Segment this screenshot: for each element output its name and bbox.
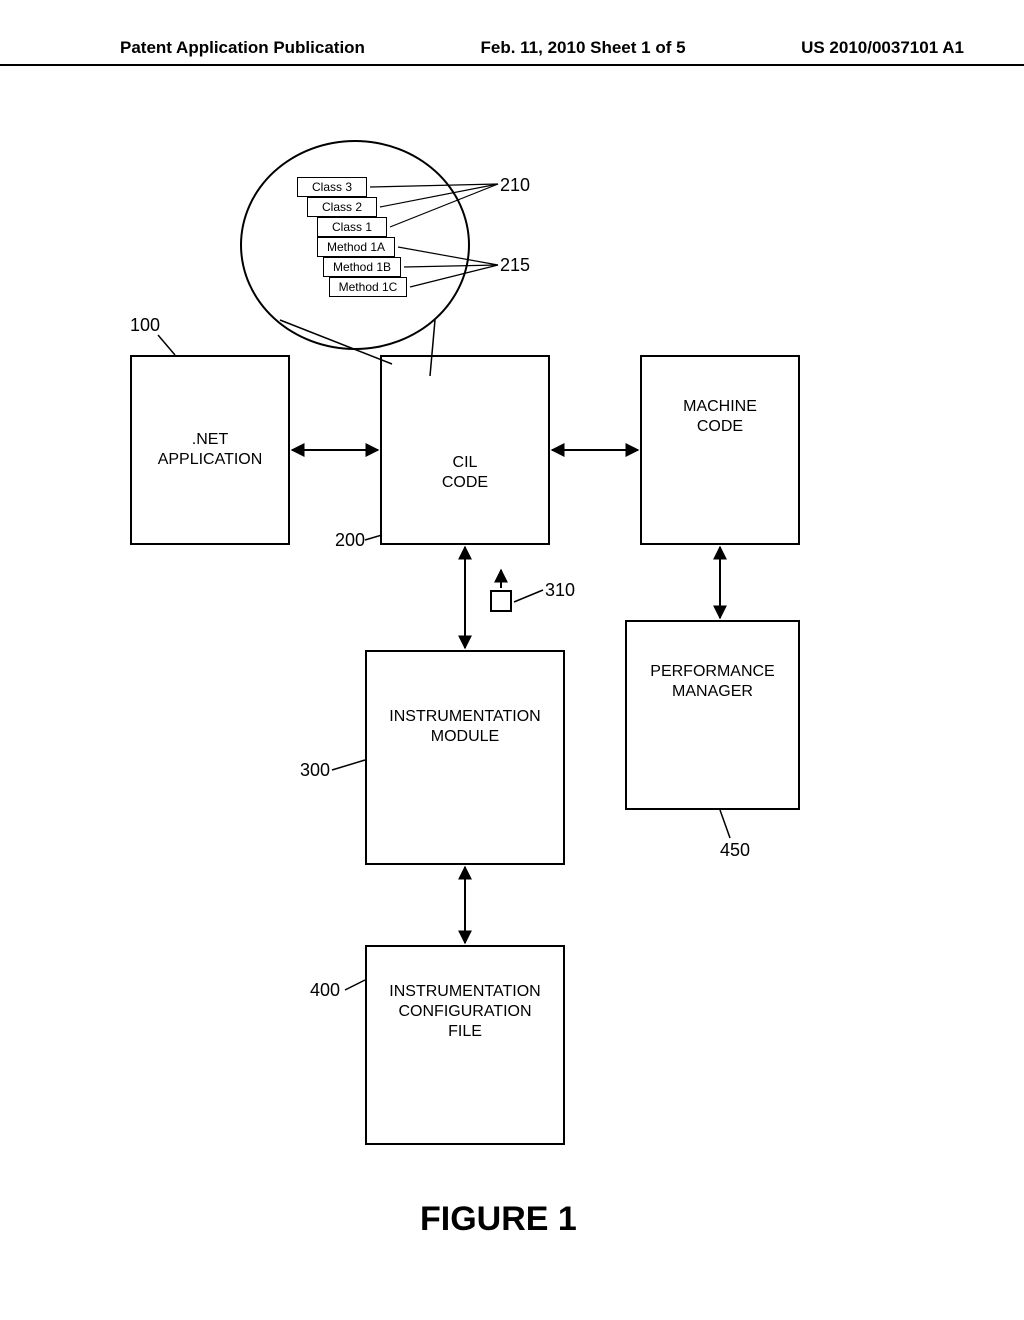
header-mid: Feb. 11, 2010 Sheet 1 of 5	[481, 38, 686, 58]
header-right: US 2010/0037101 A1	[801, 38, 964, 58]
page-header: Patent Application Publication Feb. 11, …	[0, 38, 1024, 66]
ref-400: 400	[310, 980, 340, 1001]
profiler-box	[490, 590, 512, 612]
ref-215: 215	[500, 255, 530, 276]
ref-310: 310	[545, 580, 575, 601]
net-application-box: .NET APPLICATION	[130, 355, 290, 545]
ref-100: 100	[130, 315, 160, 336]
machine-code-box: MACHINE CODE	[640, 355, 800, 545]
class3-box: Class 3	[297, 177, 367, 197]
figure-diagram: Class 3 Class 2 Class 1 Method 1A Method…	[0, 120, 1024, 1170]
method1a-box: Method 1A	[317, 237, 395, 257]
header-left: Patent Application Publication	[120, 38, 365, 58]
ref-450: 450	[720, 840, 750, 861]
method1b-box: Method 1B	[323, 257, 401, 277]
instrumentation-module-box: INSTRUMENTATION MODULE	[365, 650, 565, 865]
class1-box: Class 1	[317, 217, 387, 237]
ref-300: 300	[300, 760, 330, 781]
method1c-box: Method 1C	[329, 277, 407, 297]
config-file-box: INSTRUMENTATION CONFIGURATION FILE	[365, 945, 565, 1145]
ref-210: 210	[500, 175, 530, 196]
class2-box: Class 2	[307, 197, 377, 217]
cil-code-box: CIL CODE	[380, 355, 550, 545]
ref-200: 200	[335, 530, 365, 551]
figure-caption: FIGURE 1	[420, 1200, 577, 1239]
performance-manager-box: PERFORMANCE MANAGER	[625, 620, 800, 810]
